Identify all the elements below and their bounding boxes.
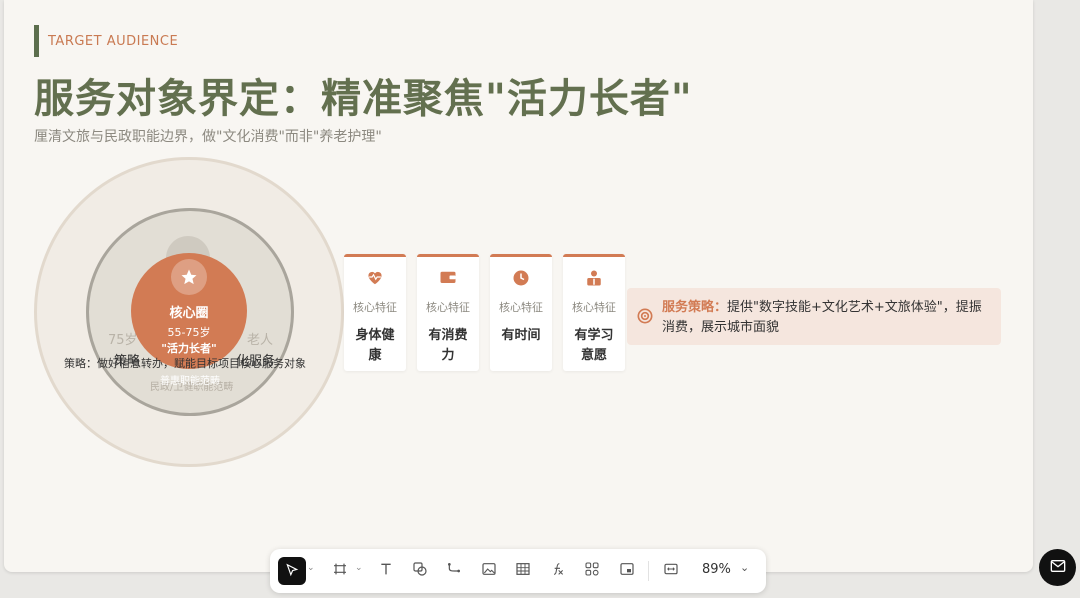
image-tool-button[interactable] <box>475 557 503 585</box>
components-tool-button[interactable] <box>578 557 606 585</box>
feature-card-learning: 核心特征 有学习意愿 <box>563 254 625 371</box>
clock-icon <box>490 269 552 287</box>
frame-tool-button[interactable] <box>326 557 354 585</box>
text-icon <box>378 561 394 581</box>
image-icon <box>481 561 497 581</box>
mail-icon <box>1050 558 1066 577</box>
cursor-arrow-icon <box>285 562 299 581</box>
target-icon <box>637 308 653 328</box>
slide-title: 服务对象界定：精准聚焦"活力长者" <box>34 76 693 122</box>
shapes-icon <box>412 561 428 581</box>
text-tool-button[interactable] <box>372 557 400 585</box>
core-strategy: 策略：做好信息转办，赋能目标项目核心服务对象 <box>64 357 306 370</box>
connector-tool-button[interactable] <box>440 557 468 585</box>
table-icon <box>515 561 531 581</box>
card-label: 核心特征 <box>426 301 470 314</box>
feature-card-time: 核心特征 有时间 <box>490 254 552 371</box>
shape-tool-button[interactable] <box>406 557 434 585</box>
frame-icon <box>332 561 348 581</box>
slide-subtitle: 厘清文旅与民政职能边界，做"文化消费"而非"养老护理" <box>34 129 382 145</box>
feature-card-health: 核心特征 身体健康 <box>344 254 406 371</box>
core-name: "活力长者" <box>161 342 217 355</box>
fit-width-button[interactable] <box>657 557 685 585</box>
wallet-icon <box>417 269 479 285</box>
card-label: 核心特征 <box>353 301 397 314</box>
strategy-callout: 服务策略：提供"数字技能+文化艺术+文旅体验"，提振消费，展示城市面貌 <box>627 288 1001 345</box>
eyebrow-label: TARGET AUDIENCE <box>48 34 179 49</box>
feature-card-spending: 核心特征 有消费力 <box>417 254 479 371</box>
card-value: 身体健康 <box>355 328 395 363</box>
fit-width-icon <box>663 561 679 581</box>
core-age: 55-75岁 <box>167 326 211 339</box>
chevron-down-icon[interactable]: ⌄ <box>355 563 363 573</box>
connector-icon <box>446 561 462 581</box>
learner-icon <box>563 269 625 287</box>
embed-icon <box>619 561 635 581</box>
core-tag: 普惠职能范畴 <box>160 376 220 387</box>
embed-tool-button[interactable] <box>613 557 641 585</box>
chevron-down-icon[interactable]: ⌄ <box>307 563 315 573</box>
card-value: 有学习意愿 <box>574 328 614 363</box>
card-value: 有消费力 <box>428 328 468 363</box>
heart-pulse-icon <box>344 269 406 285</box>
middle-ring-label: 老人 <box>247 333 274 348</box>
formula-icon <box>550 561 566 581</box>
card-value: 有时间 <box>501 328 541 343</box>
strategy-text: 服务策略：提供"数字技能+文化艺术+文旅体验"，提振消费，展示城市面貌 <box>662 298 992 338</box>
chevron-down-icon[interactable]: ⌄ <box>740 561 749 574</box>
core-title: 核心圈 <box>169 306 209 321</box>
star-icon <box>171 259 207 295</box>
table-tool-button[interactable] <box>509 557 537 585</box>
card-label: 核心特征 <box>572 301 616 314</box>
bottom-toolbar: ⌄ ⌄ 89% ⌄ <box>270 549 766 593</box>
mail-button[interactable] <box>1039 549 1076 586</box>
toolbar-divider <box>648 561 649 581</box>
formula-tool-button[interactable] <box>544 557 572 585</box>
slide-canvas[interactable]: TARGET AUDIENCE 服务对象界定：精准聚焦"活力长者" 厘清文旅与民… <box>4 0 1033 572</box>
core-circle: 核心圈 55-75岁 "活力长者" <box>131 253 247 369</box>
accent-bar <box>34 25 39 57</box>
card-label: 核心特征 <box>499 301 543 314</box>
components-icon <box>584 561 600 581</box>
select-tool-button[interactable] <box>278 557 306 585</box>
strategy-lead: 服务策略： <box>662 300 728 315</box>
zoom-level[interactable]: 89% <box>702 562 731 577</box>
